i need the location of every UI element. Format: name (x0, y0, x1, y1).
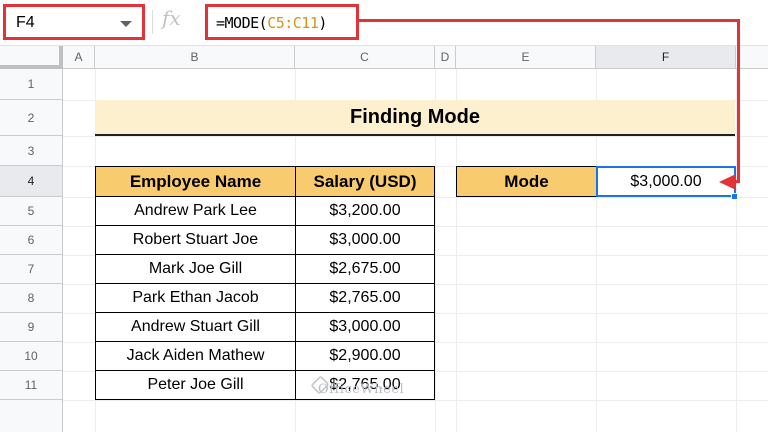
sheet-title[interactable]: Finding Mode (95, 100, 735, 136)
formula-suffix: ) (318, 14, 327, 32)
row-header-11[interactable]: 11 (0, 371, 63, 400)
cell-salary[interactable]: $3,200.00 (295, 197, 435, 226)
watermark: OfficeWheel (318, 382, 405, 397)
name-box-value: F4 (16, 14, 35, 31)
column-header-d[interactable]: D (435, 46, 456, 69)
row-header-1[interactable]: 1 (0, 69, 63, 100)
column-header-b[interactable]: B (95, 46, 295, 69)
arrow-head-icon (719, 174, 736, 190)
cell-salary[interactable]: $3,000.00 (295, 226, 435, 255)
select-all-corner[interactable] (0, 46, 63, 69)
row-header-6[interactable]: 6 (0, 226, 63, 255)
cell-salary[interactable]: $3,000.00 (295, 313, 435, 342)
fill-handle[interactable] (731, 193, 738, 200)
header-salary[interactable]: Salary (USD) (295, 166, 435, 197)
gridline (63, 136, 768, 137)
annotation-arrow-line (737, 19, 740, 183)
column-header-e[interactable]: E (456, 46, 596, 69)
formula-range: C5:C11 (267, 14, 319, 32)
mode-label[interactable]: Mode (456, 166, 597, 197)
fx-icon: fx (162, 6, 181, 30)
row-header-5[interactable]: 5 (0, 197, 63, 226)
cell-employee-name[interactable]: Andrew Park Lee (95, 197, 296, 226)
row-header-3[interactable]: 3 (0, 136, 63, 166)
column-header-f[interactable]: F (596, 46, 736, 69)
row-header-8[interactable]: 8 (0, 284, 63, 313)
chevron-down-icon[interactable] (120, 21, 132, 27)
cell-salary[interactable]: $2,900.00 (295, 342, 435, 371)
column-header-c[interactable]: C (295, 46, 435, 69)
column-header-blank (736, 46, 768, 69)
mode-result-cell[interactable]: $3,000.00 (596, 166, 736, 197)
formula-bar: F4 fx =MODE(C5:C11) (0, 0, 768, 46)
row-header-9[interactable]: 9 (0, 313, 63, 342)
cell-employee-name[interactable]: Park Ethan Jacob (95, 284, 296, 313)
cell-employee-name[interactable]: Peter Joe Gill (95, 371, 296, 400)
row-header-10[interactable]: 10 (0, 342, 63, 371)
cell-employee-name[interactable]: Robert Stuart Joe (95, 226, 296, 255)
cell-salary[interactable]: $2,765.00 (295, 284, 435, 313)
row-header-7[interactable]: 7 (0, 255, 63, 284)
gridline (63, 400, 768, 401)
cell-salary[interactable]: $2,675.00 (295, 255, 435, 284)
formula-input[interactable]: =MODE(C5:C11) (205, 4, 359, 40)
formula-prefix: =MODE( (216, 14, 268, 32)
annotation-arrow-line (359, 19, 740, 22)
header-employee-name[interactable]: Employee Name (95, 166, 296, 197)
cell-employee-name[interactable]: Mark Joe Gill (95, 255, 296, 284)
row-header-2[interactable]: 2 (0, 100, 63, 136)
cell-employee-name[interactable]: Andrew Stuart Gill (95, 313, 296, 342)
row-header-blank (0, 400, 63, 432)
column-header-a[interactable]: A (63, 46, 95, 69)
row-header-4[interactable]: 4 (0, 166, 63, 197)
name-box[interactable]: F4 (3, 4, 145, 40)
cell-employee-name[interactable]: Jack Aiden Mathew (95, 342, 296, 371)
formula-text: =MODE(C5:C11) (216, 14, 327, 32)
divider (152, 10, 153, 34)
